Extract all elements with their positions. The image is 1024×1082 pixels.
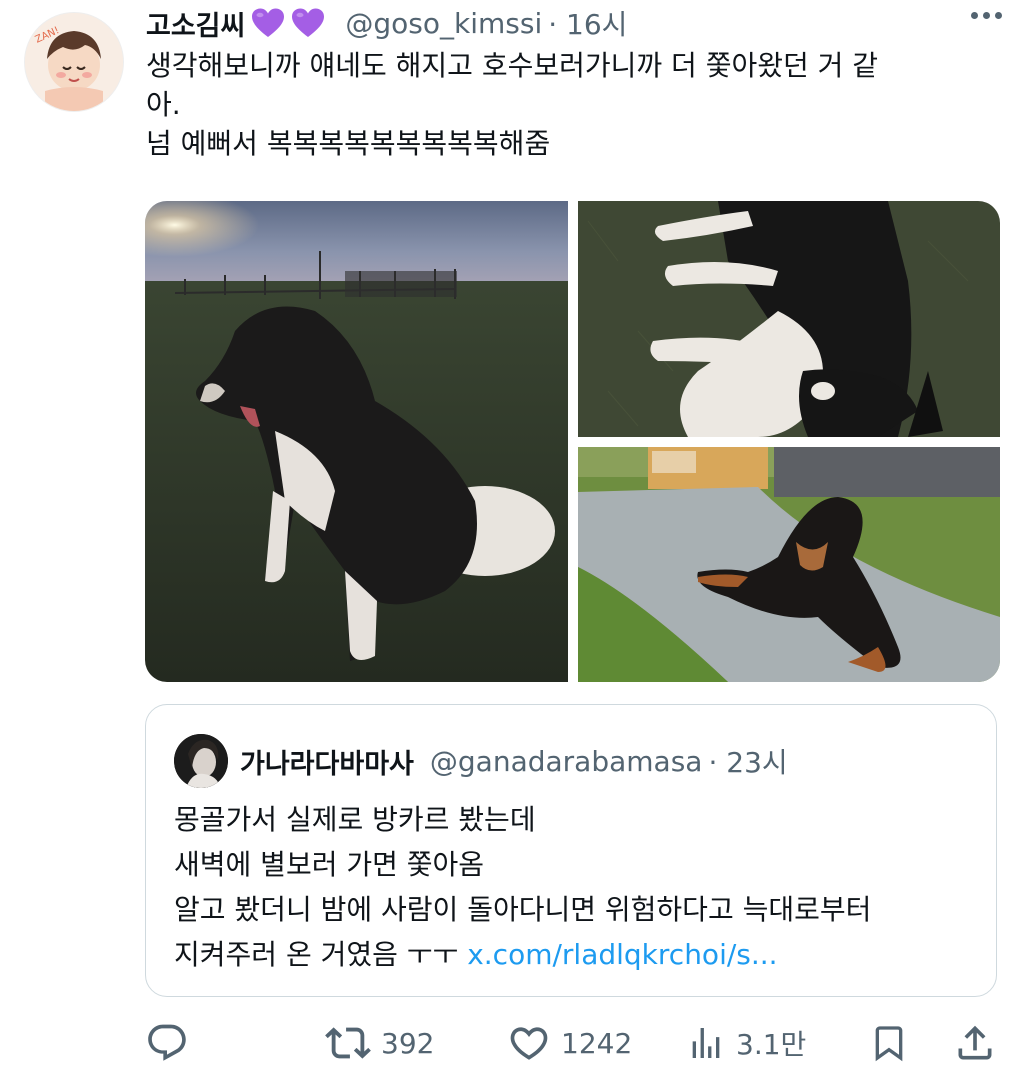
- views-count: 3.1만: [736, 1028, 807, 1061]
- quoted-tweet-body: 몽골가서 실제로 방카르 봤는데 새벽에 별보러 가면 쫓아옴 알고 봤더니 밤…: [174, 797, 974, 977]
- reply-icon: [148, 1024, 186, 1061]
- views-icon: [692, 1028, 720, 1058]
- tweet-text-line: 아.: [146, 88, 181, 121]
- bookmark-button[interactable]: [869, 1018, 909, 1068]
- tweet-header: 고소김씨 @goso_kimssi · 16시: [146, 4, 627, 42]
- avatar-illustration: [174, 734, 228, 788]
- retweet-icon: [325, 1027, 371, 1059]
- quoted-author-name[interactable]: 가나라다바마사: [240, 742, 414, 781]
- quoted-text-line: 알고 봤더니 밤에 사람이 돌아다니면 위험하다고 늑대로부터: [174, 893, 872, 926]
- quoted-text-line: 지켜주러 온 거였음 ㅜㅜ x.com/rladlqkrchoi/s...: [174, 932, 974, 977]
- author-handle[interactable]: @goso_kimssi: [345, 7, 542, 40]
- heart-icon: [510, 1027, 548, 1060]
- tweet-body: 생각해보니까 얘네도 해지고 호수보러가니까 더 쫓아왔던 거 같 아. 넘 예…: [146, 46, 996, 163]
- purple-heart-icon: [292, 8, 325, 37]
- tweet-time[interactable]: · 16시: [548, 3, 627, 43]
- quoted-link[interactable]: x.com/rladlqkrchoi/s...: [467, 938, 777, 971]
- dog-sitting-at-dusk-photo[interactable]: [145, 201, 568, 682]
- share-icon: [958, 1025, 992, 1060]
- quoted-text-line: 몽골가서 실제로 방카르 봤는데: [174, 803, 536, 836]
- avatar-illustration: ZAN!: [25, 13, 123, 111]
- reply-button[interactable]: [145, 1018, 199, 1068]
- views-button[interactable]: 3.1만: [686, 1018, 806, 1068]
- quoted-tweet-time[interactable]: · 23시: [708, 741, 787, 781]
- tweet-text-line: 생각해보니까 얘네도 해지고 호수보러가니까 더 쫓아왔던 거 같: [146, 49, 879, 82]
- quoted-author-avatar[interactable]: [174, 734, 228, 788]
- quoted-tweet[interactable]: 가나라다바마사 @ganadarabamasa · 23시 몽골가서 실제로 방…: [145, 704, 997, 997]
- author-display-name[interactable]: 고소김씨: [146, 4, 245, 43]
- tweet-text-line: 넘 예뻐서 복복복복복복복복복해줌: [146, 127, 551, 160]
- like-count: 1242: [561, 1026, 633, 1060]
- quoted-author-handle[interactable]: @ganadarabamasa: [430, 745, 703, 778]
- like-button[interactable]: 1242: [507, 1018, 632, 1068]
- more-options-icon[interactable]: [971, 12, 1002, 19]
- dog-lying-on-grass-photo[interactable]: [578, 201, 1000, 437]
- bookmark-icon: [875, 1026, 903, 1062]
- purple-heart-icon: [252, 8, 285, 37]
- quoted-tweet-header: 가나라다바마사 @ganadarabamasa · 23시: [240, 741, 788, 781]
- quoted-text-line: 새벽에 별보러 가면 쫓아옴: [174, 848, 485, 881]
- dog-lying-on-path-photo[interactable]: [578, 447, 1000, 682]
- action-bar: 392 1242 3.1만: [145, 1018, 1000, 1068]
- author-avatar[interactable]: ZAN!: [24, 12, 124, 112]
- media-grid: [145, 201, 1000, 682]
- retweet-button[interactable]: 392: [325, 1018, 434, 1068]
- retweet-count: 392: [381, 1026, 435, 1060]
- quoted-text-last: 지켜주러 온 거였음 ㅜㅜ: [174, 938, 468, 971]
- share-button[interactable]: [953, 1018, 997, 1068]
